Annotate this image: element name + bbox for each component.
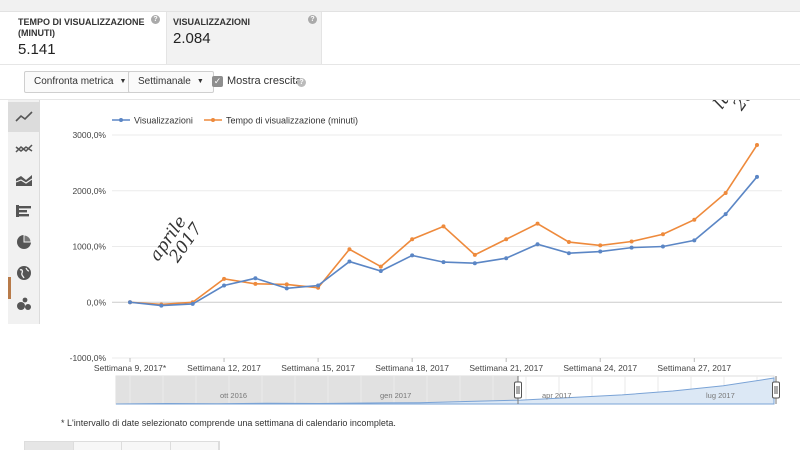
x-tick-label: Settimana 21, 2017 xyxy=(469,363,543,373)
data-point[interactable] xyxy=(723,212,728,217)
data-point[interactable] xyxy=(755,174,759,179)
data-point[interactable] xyxy=(566,251,571,256)
bottom-tab[interactable] xyxy=(73,442,122,450)
data-point[interactable] xyxy=(755,143,759,148)
legend-marker-views xyxy=(119,118,123,122)
data-point[interactable] xyxy=(222,276,227,281)
divider xyxy=(0,64,800,65)
bottom-tab[interactable] xyxy=(25,442,74,450)
data-point[interactable] xyxy=(222,283,227,288)
help-icon[interactable]: ? xyxy=(151,15,160,24)
data-point[interactable] xyxy=(284,286,289,291)
data-point[interactable] xyxy=(598,243,603,248)
navigator-label-apr: apr 2017 xyxy=(542,391,572,400)
bottom-tab[interactable] xyxy=(122,442,171,450)
legend-marker-watch-time xyxy=(211,118,215,122)
data-point[interactable] xyxy=(441,260,446,265)
data-point[interactable] xyxy=(660,244,665,249)
growth-checkbox[interactable]: ✓ xyxy=(212,76,223,87)
data-point[interactable] xyxy=(284,282,289,287)
data-point[interactable] xyxy=(190,301,195,306)
data-point[interactable] xyxy=(629,239,634,244)
chart-series xyxy=(128,143,759,308)
chart-legend: Visualizzazioni Tempo di visualizzazione… xyxy=(112,116,358,126)
x-tick-label: Settimana 9, 2017* xyxy=(94,363,167,373)
data-point[interactable] xyxy=(504,256,509,261)
data-point[interactable] xyxy=(472,261,477,266)
data-point[interactable] xyxy=(535,242,540,247)
annotation-july-text: luglio 2017 xyxy=(710,100,771,123)
chevron-down-icon: ▼ xyxy=(196,78,204,85)
data-point[interactable] xyxy=(253,276,258,281)
metric-label: TEMPO DI VISUALIZZAZIONE (MINUTI) xyxy=(18,17,145,38)
metric-value: 5.141 xyxy=(18,41,56,58)
help-icon[interactable]: ? xyxy=(308,15,317,24)
data-point[interactable] xyxy=(378,264,383,269)
data-point[interactable] xyxy=(347,259,352,264)
metric-label: VISUALIZZAZIONI xyxy=(173,17,250,27)
x-axis: Settimana 9, 2017* Settimana 12, 2017 Sett… xyxy=(94,358,731,373)
data-point[interactable] xyxy=(128,300,132,305)
legend-label-views: Visualizzazioni xyxy=(134,116,193,126)
data-point[interactable] xyxy=(504,237,509,242)
navigator-label-jul: lug 2017 xyxy=(706,391,735,400)
metric-card-watch-time[interactable]: TEMPO DI VISUALIZZAZIONE (MINUTI) 5.141 … xyxy=(12,12,164,64)
growth-label: Mostra crescita xyxy=(227,75,302,87)
annotation-july: luglio 2017 xyxy=(710,100,771,123)
y-tick-label: 1000,0% xyxy=(72,242,106,252)
data-point[interactable] xyxy=(441,224,446,229)
compare-metric-button[interactable]: Confronta metrica ▼ xyxy=(24,71,137,93)
annotation-april: aprile 2017 xyxy=(146,208,208,275)
data-point[interactable] xyxy=(316,283,321,288)
data-point[interactable] xyxy=(347,247,352,252)
data-point[interactable] xyxy=(629,245,634,250)
x-tick-label: Settimana 15, 2017 xyxy=(281,363,355,373)
data-point[interactable] xyxy=(692,217,697,222)
compare-metric-label: Confronta metrica xyxy=(34,76,114,87)
x-tick-label: Settimana 24, 2017 xyxy=(563,363,637,373)
annotation-april-text: aprile 2017 xyxy=(146,208,208,275)
help-icon[interactable]: ? xyxy=(297,78,306,87)
x-tick-label: Settimana 27, 2017 xyxy=(657,363,731,373)
data-point[interactable] xyxy=(692,238,697,243)
data-point[interactable] xyxy=(410,237,415,242)
data-point[interactable] xyxy=(723,190,728,195)
chart-grid xyxy=(112,134,782,359)
y-tick-label: 2000,0% xyxy=(72,186,106,196)
x-tick-label: Settimana 18, 2017 xyxy=(375,363,449,373)
data-point[interactable] xyxy=(598,249,603,254)
y-tick-label: 0,0% xyxy=(87,297,107,307)
data-point[interactable] xyxy=(660,232,665,237)
navigator-label-oct: ott 2016 xyxy=(220,391,247,400)
top-bar xyxy=(0,0,800,12)
data-point[interactable] xyxy=(566,240,571,245)
navigator[interactable]: ott 2016 gen 2017 apr 2017 lug 2017 xyxy=(115,375,780,405)
footnote: * L'intervallo di date selezionato compr… xyxy=(61,418,396,428)
period-select[interactable]: Settimanale ▼ xyxy=(128,71,214,93)
x-tick-label: Settimana 12, 2017 xyxy=(187,363,261,373)
chart: -1000,0% 0,0% 1000,0% 2000,0% 3000,0% Settim… xyxy=(70,100,782,405)
data-point[interactable] xyxy=(253,281,258,286)
legend-label-watch-time: Tempo di visualizzazione (minuti) xyxy=(226,116,358,126)
data-point[interactable] xyxy=(159,303,164,308)
metric-card-views[interactable]: VISUALIZZAZIONI 2.084 ? xyxy=(166,12,322,64)
y-tick-label: -1000,0% xyxy=(70,353,107,363)
bottom-tab[interactable] xyxy=(170,442,219,450)
chevron-down-icon: ▼ xyxy=(119,78,127,85)
navigator-label-jan: gen 2017 xyxy=(380,391,411,400)
metric-value: 2.084 xyxy=(173,30,211,47)
data-point[interactable] xyxy=(535,221,540,226)
data-point[interactable] xyxy=(472,252,477,257)
period-label: Settimanale xyxy=(138,76,191,87)
navigator-unselected-range xyxy=(116,376,518,404)
data-point[interactable] xyxy=(410,253,415,258)
y-axis: -1000,0% 0,0% 1000,0% 2000,0% 3000,0% xyxy=(70,130,107,363)
data-point[interactable] xyxy=(378,269,383,274)
y-tick-label: 3000,0% xyxy=(72,130,106,140)
bottom-tabs[interactable] xyxy=(24,441,220,450)
